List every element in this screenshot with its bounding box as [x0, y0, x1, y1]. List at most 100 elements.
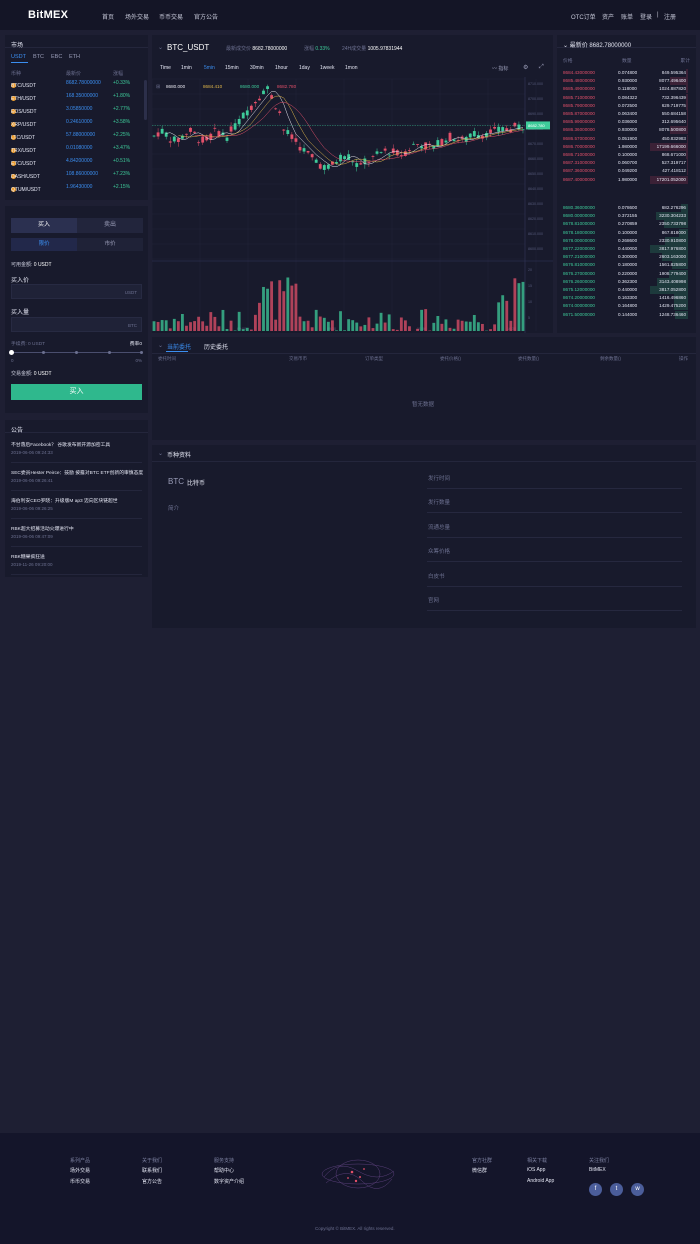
- market-tab-btc[interactable]: BTC: [33, 54, 44, 60]
- market-tab-ebc[interactable]: EBC: [51, 54, 62, 60]
- footer-link[interactable]: 帮助中心: [214, 1167, 234, 1174]
- ask-row[interactable]: 8686.70000000 1.980000 17199.666000: [563, 142, 688, 151]
- market-row-btc[interactable]: BTC/USDT 8682.78000000 +0.33%: [11, 77, 149, 90]
- footer-link[interactable]: BitMEX: [589, 1167, 606, 1173]
- market-row-eos[interactable]: EOS/USDT 3.05850000 +2.77%: [11, 103, 149, 116]
- limit-order-tab[interactable]: 限价: [11, 238, 77, 251]
- nav-bills[interactable]: 账单: [621, 12, 633, 21]
- notice-title[interactable]: RBK糖果疯狂送: [11, 553, 143, 560]
- buy-tab[interactable]: 买入: [11, 218, 77, 233]
- bid-row[interactable]: 8677.21000000 0.300000 2603.163000: [563, 253, 688, 262]
- bid-row[interactable]: 8676.26000000 0.362300 3143.408998: [563, 277, 688, 286]
- nav-otc-orders[interactable]: OTC订单: [571, 12, 596, 21]
- slider-tick[interactable]: [140, 351, 143, 354]
- nav-register[interactable]: 注册: [664, 12, 676, 21]
- slider-tick[interactable]: [75, 351, 78, 354]
- interval-30min[interactable]: 30min: [250, 65, 264, 71]
- market-row-eth[interactable]: ETH/USDT 168.35000000 +1.80%: [11, 90, 149, 103]
- nav-notice[interactable]: 官方公告: [194, 12, 218, 21]
- interval-1min[interactable]: 1min: [181, 65, 192, 71]
- bid-row[interactable]: 8674.00000000 0.164800 1429.475200: [563, 302, 688, 311]
- nav-otc[interactable]: 场外交易: [125, 12, 149, 21]
- slider-tick[interactable]: [42, 351, 45, 354]
- bid-row[interactable]: 8678.81000000 0.270859 2350.733798: [563, 220, 688, 229]
- notice-title[interactable]: 海伯利安CEO罗晓：升级版M ap3 迈向区块链超世: [11, 497, 143, 504]
- nav-home[interactable]: 首页: [102, 12, 114, 21]
- ask-row[interactable]: 8686.36000000 0.930000 8078.500800: [563, 126, 688, 135]
- tab-current-orders[interactable]: 当前委托: [167, 342, 191, 351]
- footer-link[interactable]: 微信群: [472, 1167, 487, 1174]
- logo[interactable]: BitMEX: [28, 9, 68, 21]
- market-row-ltc[interactable]: LTC/USDT 57.88000000 +2.25%: [11, 129, 149, 142]
- footer-link[interactable]: 场外交易: [70, 1167, 90, 1174]
- market-row-trx[interactable]: TRX/USDT 0.01080000 +3.47%: [11, 142, 149, 155]
- market-row-etc[interactable]: ETC/USDT 4.84200000 +0.51%: [11, 155, 149, 168]
- interval-15min[interactable]: 15min: [225, 65, 239, 71]
- interval-time[interactable]: Time: [160, 65, 171, 71]
- bid-row[interactable]: 8671.50000000 0.144000 1248.736460: [563, 310, 688, 319]
- slider-tick[interactable]: [108, 351, 111, 354]
- market-row-xrp[interactable]: XRP/USDT 0.24610000 +3.58%: [11, 116, 149, 129]
- interval-5min[interactable]: 5min: [204, 65, 215, 71]
- ask-row[interactable]: 8684.43000000 0.074800 849.595364: [563, 69, 688, 77]
- ask-row[interactable]: 8685.99000000 0.036000 312.695640: [563, 118, 688, 127]
- bid-row[interactable]: 8678.00000000 0.268600 2330.910800: [563, 236, 688, 245]
- facebook-icon[interactable]: f: [589, 1183, 602, 1196]
- ask-row[interactable]: 8685.87000000 0.063400 550.684158: [563, 110, 688, 118]
- market-tab-eth[interactable]: ETH: [69, 54, 80, 60]
- interval-1mon[interactable]: 1mon: [345, 65, 358, 71]
- ask-row[interactable]: 8686.57000000 0.051900 450.832983: [563, 134, 688, 143]
- footer-link[interactable]: Android App: [527, 1178, 554, 1184]
- chevron-down-icon[interactable]: ⌄: [158, 450, 163, 457]
- buy-submit-button[interactable]: 买入: [11, 384, 142, 400]
- buy-price-input[interactable]: USDT: [11, 284, 142, 299]
- twitter-icon[interactable]: t: [610, 1183, 623, 1196]
- notice-title[interactable]: RBK超大招募活动火爆进行中: [11, 525, 143, 532]
- ask-row[interactable]: 8686.71000000 0.100000 868.671000: [563, 151, 688, 159]
- bid-row[interactable]: 8674.20000000 0.163300 1416.496860: [563, 294, 688, 303]
- nav-login[interactable]: 登录: [640, 12, 652, 21]
- footer-link[interactable]: 数字资产介绍: [214, 1178, 244, 1185]
- bid-row[interactable]: 8680.00000000 0.372155 3230.304233: [563, 212, 688, 221]
- bid-row[interactable]: 8680.36000000 0.078600 682.276296: [563, 204, 688, 212]
- settings-icon[interactable]: ⚙: [523, 64, 528, 71]
- footer-link[interactable]: 币币交易: [70, 1178, 90, 1185]
- ask-row[interactable]: 8687.31000000 0.060700 527.319717: [563, 159, 688, 168]
- notice-title[interactable]: SEC委员Hester Peirce：鼓励 披露对BTC ETF创新的审慎态度: [11, 469, 143, 476]
- bid-row[interactable]: 8677.22000000 0.440000 3817.976800: [563, 245, 688, 253]
- market-row-qtum[interactable]: QTUM/USDT 1.96430000 +2.15%: [11, 181, 149, 194]
- interval-1day[interactable]: 1day: [299, 65, 310, 71]
- buy-amount-input[interactable]: BTC: [11, 317, 142, 332]
- bid-row[interactable]: 8678.18000000 0.100000 867.818000: [563, 228, 688, 237]
- footer-link[interactable]: 联系我们: [142, 1167, 162, 1174]
- slider-handle[interactable]: [9, 350, 14, 355]
- fullscreen-icon[interactable]: ⤢: [539, 64, 544, 71]
- ask-row[interactable]: 8685.49000000 0.118000 1024.887820: [563, 85, 688, 94]
- ask-row[interactable]: 8685.71000000 0.084322 732.396439: [563, 93, 688, 102]
- footer-link[interactable]: 官方公告: [142, 1178, 162, 1185]
- market-order-tab[interactable]: 市价: [77, 238, 143, 251]
- bid-row[interactable]: 8675.12000000 0.440000 3817.052800: [563, 286, 688, 294]
- ask-row[interactable]: 8687.36000000 0.049200 427.418112: [563, 167, 688, 176]
- candlestick-chart[interactable]: 8710.000 8700.000 8690.000 8680.000 8670.000…: [152, 77, 553, 333]
- ask-row[interactable]: 8685.79000000 0.072500 629.719775: [563, 101, 688, 110]
- bid-row[interactable]: 8676.27000000 0.220000 1908.779400: [563, 269, 688, 278]
- interval-1hour[interactable]: 1hour: [275, 65, 288, 71]
- chevron-down-icon[interactable]: ⌄: [158, 44, 163, 51]
- nav-assets[interactable]: 资产: [602, 12, 614, 21]
- weibo-icon[interactable]: w: [631, 1183, 644, 1196]
- bid-row[interactable]: 8676.81000000 0.180000 1561.825800: [563, 261, 688, 270]
- ask-row[interactable]: 8685.48000000 0.930000 8077.496400: [563, 77, 688, 86]
- ask-row[interactable]: 8687.40000000 1.980000 17201.052000: [563, 175, 688, 184]
- interval-1week[interactable]: 1week: [320, 65, 334, 71]
- market-tab-usdt[interactable]: USDT: [11, 54, 26, 60]
- notice-title[interactable]: 不甘落后Facebook？ 谷歌发布新开源加密工具: [11, 441, 143, 448]
- market-row-dash[interactable]: DASH/USDT 108.86000000 +7.23%: [11, 168, 149, 181]
- sell-tab[interactable]: 卖出: [77, 218, 143, 233]
- nav-exchange[interactable]: 币币交易: [159, 12, 183, 21]
- chevron-down-icon[interactable]: ⌄: [158, 342, 163, 349]
- tab-order-history[interactable]: 历史委托: [204, 342, 228, 351]
- indicator-button[interactable]: 〰 指标: [492, 65, 508, 72]
- footer-link[interactable]: iOS App: [527, 1167, 545, 1173]
- volume-bar: [314, 309, 318, 331]
